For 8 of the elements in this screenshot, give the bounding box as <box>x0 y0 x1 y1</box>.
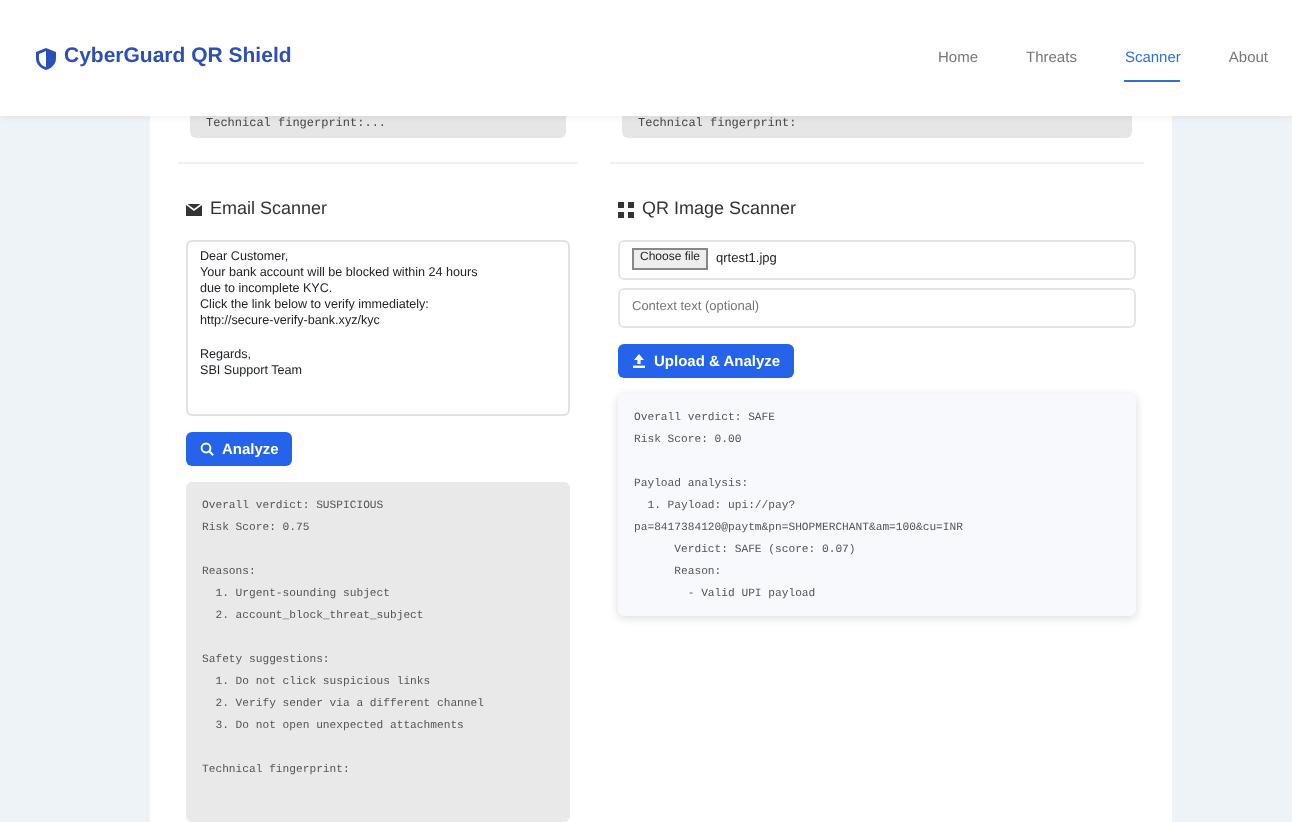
upload-icon <box>632 353 646 368</box>
qr-icon <box>618 201 634 218</box>
brand-name: CyberGuard QR Shield <box>64 42 292 73</box>
email-icon <box>186 201 202 218</box>
shield-icon <box>36 47 56 69</box>
search-icon <box>200 441 214 456</box>
section-title: Email Scanner <box>210 196 328 222</box>
section-title: QR Image Scanner <box>642 196 797 222</box>
